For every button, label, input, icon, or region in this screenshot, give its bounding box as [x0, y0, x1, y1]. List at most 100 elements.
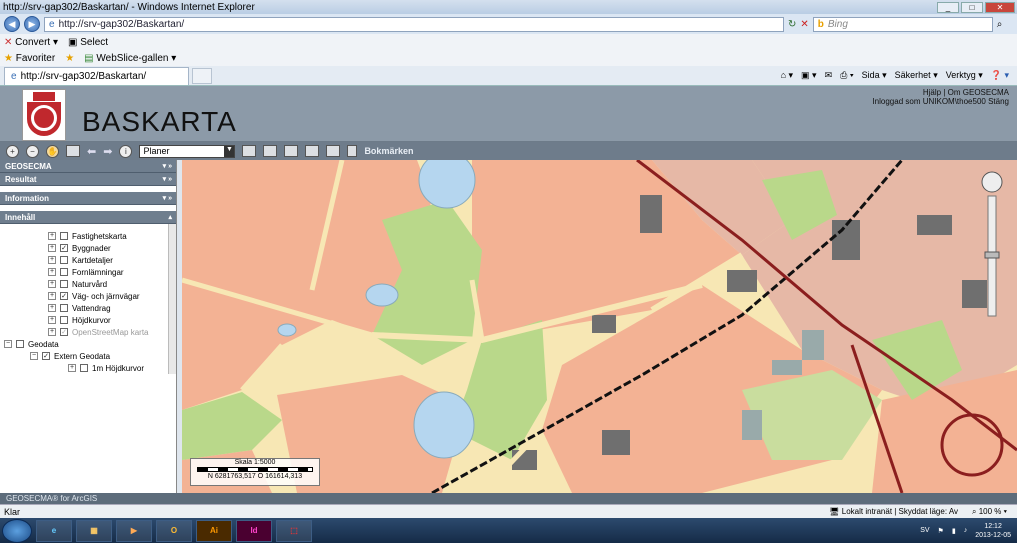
- measure-icon[interactable]: [242, 145, 257, 157]
- minimize-button[interactable]: _: [937, 1, 959, 13]
- layer-item[interactable]: + Fornlämningar: [48, 266, 176, 278]
- bookmark-icon: [347, 145, 358, 157]
- taskbar-acrobat-icon[interactable]: ⬚: [276, 519, 312, 542]
- taskbar-explorer-icon[interactable]: ▦: [76, 519, 112, 542]
- taskbar-ie-icon[interactable]: e: [36, 519, 72, 542]
- pan-button[interactable]: ✋: [46, 144, 59, 158]
- tools-menu[interactable]: Verktyg ▾: [946, 70, 983, 81]
- refresh-icon[interactable]: ↻: [788, 19, 796, 30]
- bookmarks-button[interactable]: Bokmärken: [364, 146, 413, 156]
- back-button[interactable]: ◀: [4, 16, 20, 32]
- hojdkurvor-item[interactable]: +1m Höjdkurvor: [68, 362, 176, 374]
- stop-icon[interactable]: ✕: [800, 19, 808, 30]
- taskbar: e ▦ ▶ O Ai Id ⬚ SV ⚑ ▮ ♪ 12:12 2013-12-0…: [0, 518, 1017, 543]
- security-menu[interactable]: Säkerhet ▾: [895, 70, 938, 81]
- bing-icon: b: [817, 18, 824, 30]
- layer-checkbox[interactable]: [80, 364, 88, 372]
- clock[interactable]: 12:12 2013-12-05: [975, 522, 1011, 540]
- taskbar-indesign-icon[interactable]: Id: [236, 519, 272, 542]
- close-window-button[interactable]: ✕: [985, 1, 1015, 13]
- convert-button[interactable]: ✕ Convert ▾: [4, 37, 58, 48]
- layer-select[interactable]: Planer ▼: [139, 144, 236, 158]
- layer-checkbox[interactable]: ✓: [60, 292, 68, 300]
- start-button[interactable]: [2, 518, 32, 543]
- layer-item[interactable]: + Kartdetaljer: [48, 254, 176, 266]
- security-zone[interactable]: 🖥 Lokalt intranät | Skyddat läge: Av: [829, 507, 958, 517]
- select-button[interactable]: ▣ Select: [68, 37, 108, 48]
- layer-item[interactable]: + Vattendrag: [48, 302, 176, 314]
- layer-item[interactable]: + ✓ Väg- och järnvägar: [48, 290, 176, 302]
- help-link[interactable]: Hjälp: [923, 88, 941, 97]
- print-icon[interactable]: ⎙ ▾: [840, 70, 853, 81]
- webslice-gallery-button[interactable]: ▤ WebSlice-gallen ▾: [84, 53, 176, 64]
- mail-icon[interactable]: ✉: [825, 70, 833, 81]
- app-banner: BASKARTA Hjälp | Om GEOSECMA Inloggad so…: [0, 86, 1017, 142]
- layer-checkbox[interactable]: [60, 304, 68, 312]
- tray-volume-icon[interactable]: ♪: [964, 527, 968, 534]
- layer-checkbox[interactable]: ✓: [60, 328, 68, 336]
- scale-text: Skala 1:5000: [234, 459, 276, 466]
- browser-tab[interactable]: e http://srv-gap302/Baskartan/: [4, 66, 189, 85]
- help-icon[interactable]: ❓ ▾: [991, 70, 1009, 81]
- login-text: Inloggad som UNIKOM\thoe500: [872, 97, 986, 106]
- panel-innehall[interactable]: Innehåll ▴: [0, 211, 176, 224]
- geodata-item[interactable]: − Geodata: [4, 338, 176, 350]
- page-title: BASKARTA: [82, 106, 237, 137]
- zoom-level[interactable]: ⌕ 100 % ▾: [972, 507, 1007, 517]
- map-view[interactable]: Skala 1:5000 N 6281763,517 O 161614,313: [182, 160, 1017, 493]
- tray-network-icon[interactable]: ▮: [952, 527, 956, 535]
- layer-item[interactable]: + Höjdkurvor: [48, 314, 176, 326]
- panel-geosecma[interactable]: GEOSECMA ▾ »: [0, 160, 176, 173]
- full-extent-icon[interactable]: [66, 145, 80, 157]
- window-titlebar: http://srv-gap302/Baskartan/ - Windows I…: [0, 0, 1017, 14]
- star-icon: ★: [4, 52, 16, 64]
- status-text: Klar: [4, 506, 21, 517]
- layer-item[interactable]: + Fastighetskarta: [48, 230, 176, 242]
- feeds-icon[interactable]: ▣ ▾: [801, 70, 817, 81]
- layer-item[interactable]: + ✓ OpenStreetMap karta: [48, 326, 176, 338]
- extern-geodata-item[interactable]: − ✓ Extern Geodata: [30, 350, 176, 362]
- zoom-out-button[interactable]: −: [26, 144, 39, 158]
- home-icon[interactable]: ⌂ ▾: [781, 70, 793, 81]
- search-icon[interactable]: ⌕: [997, 19, 1003, 30]
- panel-information[interactable]: Information ▾ »: [0, 192, 176, 205]
- print-map-icon[interactable]: [284, 145, 299, 157]
- layer-checkbox[interactable]: [16, 340, 24, 348]
- info-button[interactable]: i: [119, 144, 133, 158]
- building: [917, 215, 952, 235]
- map-canvas[interactable]: [182, 160, 1017, 493]
- layer-checkbox[interactable]: [60, 268, 68, 276]
- close-link[interactable]: Stäng: [988, 97, 1009, 106]
- cart-icon[interactable]: [326, 145, 341, 157]
- back-arrow-icon[interactable]: ⬅: [87, 145, 96, 158]
- page-menu[interactable]: Sida ▾: [862, 70, 887, 81]
- language-indicator[interactable]: SV: [920, 527, 929, 534]
- layer-item[interactable]: + Naturvård: [48, 278, 176, 290]
- add-favorite-icon[interactable]: ★: [65, 53, 74, 64]
- taskbar-media-icon[interactable]: ▶: [116, 519, 152, 542]
- layer-checkbox[interactable]: [60, 280, 68, 288]
- about-link[interactable]: Om GEOSECMA: [948, 88, 1009, 97]
- tree-scrollbar[interactable]: [168, 224, 176, 374]
- select-features-icon[interactable]: [263, 145, 278, 157]
- panel-resultat[interactable]: Resultat ▾ »: [0, 173, 176, 186]
- layer-checkbox[interactable]: [60, 256, 68, 264]
- layer-item[interactable]: + ✓ Byggnader: [48, 242, 176, 254]
- maximize-button[interactable]: □: [961, 1, 983, 13]
- tray-flag-icon[interactable]: ⚑: [938, 527, 944, 535]
- layer-checkbox[interactable]: [60, 316, 68, 324]
- forward-arrow-icon[interactable]: ➡: [103, 145, 112, 158]
- ie-page-icon: e: [49, 18, 55, 30]
- url-input[interactable]: e http://srv-gap302/Baskartan/: [44, 16, 784, 32]
- new-tab-button[interactable]: [192, 67, 212, 84]
- draw-icon[interactable]: [305, 145, 320, 157]
- forward-button[interactable]: ▶: [24, 16, 40, 32]
- taskbar-outlook-icon[interactable]: O: [156, 519, 192, 542]
- zoom-in-button[interactable]: +: [6, 144, 19, 158]
- layer-checkbox[interactable]: ✓: [60, 244, 68, 252]
- taskbar-illustrator-icon[interactable]: Ai: [196, 519, 232, 542]
- search-input[interactable]: b Bing: [812, 16, 993, 32]
- layer-checkbox[interactable]: ✓: [42, 352, 50, 360]
- favorites-button[interactable]: ★ Favoriter: [4, 53, 55, 64]
- layer-checkbox[interactable]: [60, 232, 68, 240]
